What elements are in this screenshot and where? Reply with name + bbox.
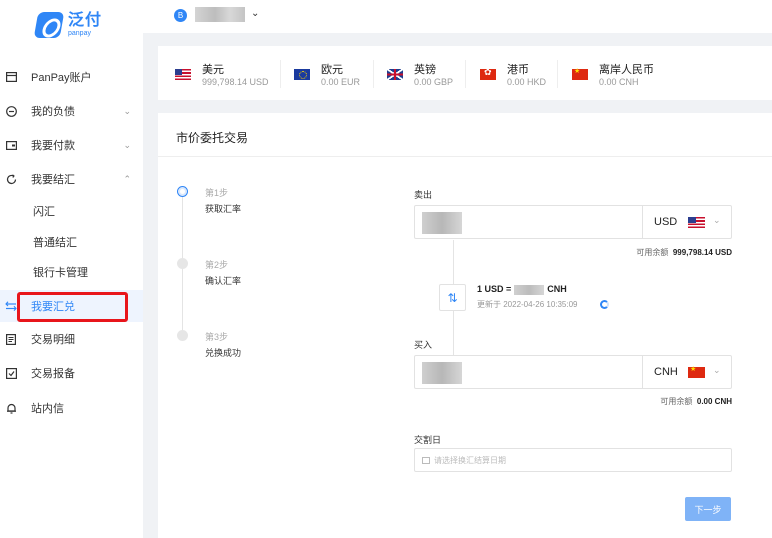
buy-amount-redacted (422, 362, 462, 384)
brand-name-en: panpay (68, 30, 91, 37)
chevron-up-icon: ⌃ (123, 173, 131, 184)
checkbox-icon (5, 367, 17, 379)
step-1-name: 获取汇率 (205, 204, 242, 214)
sidebar-item-bank-cards[interactable]: 银行卡管理 (0, 257, 143, 287)
card-title: 市价委托交易 (176, 131, 249, 145)
sidebar-item-label: 交易报备 (31, 368, 75, 380)
currency-amount: 999,798.14 USD (202, 77, 269, 87)
sell-currency-code: USD (654, 216, 678, 228)
refresh-icon[interactable] (600, 300, 609, 309)
sidebar-item-payment[interactable]: 我要付款 ⌄ (0, 130, 143, 160)
sidebar-item-label: 闪汇 (33, 206, 55, 218)
sidebar-item-label: 普通结汇 (33, 237, 77, 249)
currency-name: 英镑 (414, 64, 436, 76)
list-icon (5, 333, 17, 345)
currency-amount: 0.00 CNH (599, 77, 639, 87)
brand-name-cn: 泛付 (68, 12, 103, 29)
currency-amount: 0.00 EUR (321, 77, 361, 87)
sidebar-item-label: 我的负债 (31, 106, 75, 118)
gb-flag-icon (387, 69, 403, 80)
sidebar: 泛付 panpay PanPay账户 我的负债 ⌄ 我要付款 ⌄ 我要结汇 ⌃ … (0, 0, 143, 538)
sidebar-item-label: 我要付款 (31, 140, 75, 152)
exchange-rate: 1 USD = CNH (477, 284, 567, 295)
brand-logo[interactable]: 泛付 panpay (33, 12, 103, 38)
currency-name: 美元 (202, 64, 224, 76)
swap-currency-button[interactable]: ⇅ (439, 284, 466, 311)
buy-currency-code: CNH (654, 366, 678, 378)
sidebar-item-label: 交易明细 (31, 334, 75, 346)
step-2-dot (177, 258, 188, 269)
minus-circle-icon (5, 105, 17, 117)
step-3-dot (177, 330, 188, 341)
cn-flag-icon (572, 67, 588, 80)
highlight-annotation (17, 292, 128, 322)
sidebar-item-flash-exchange[interactable]: 闪汇 (0, 196, 143, 226)
step-3-name: 兑换成功 (205, 348, 242, 358)
card-icon (5, 139, 17, 151)
sidebar-item-panpay-account[interactable]: PanPay账户 (0, 62, 143, 92)
step-2-name: 确认汇率 (205, 276, 242, 286)
us-flag-icon (175, 69, 191, 80)
buy-currency-select[interactable]: CNH ⌄ (642, 356, 731, 388)
swap-icon: ⇅ (447, 290, 458, 305)
settlement-date-input[interactable]: 请选择换汇结算日期 (414, 448, 732, 472)
step-3-number: 第3步 (205, 332, 229, 342)
sidebar-item-reports[interactable]: 交易报备 (0, 358, 143, 388)
currency-amount: 0.00 GBP (414, 77, 454, 87)
chevron-down-icon: ⌄ (123, 139, 131, 150)
currency-name: 离岸人民币 (599, 64, 654, 76)
step-2-number: 第2步 (205, 260, 229, 270)
buy-amount-field[interactable]: CNH ⌄ (414, 355, 732, 389)
buy-available-balance: 可用余额 0.00 CNH (660, 397, 732, 406)
bell-icon (5, 402, 17, 414)
hk-flag-icon (480, 67, 496, 80)
sidebar-item-label: 银行卡管理 (33, 267, 88, 279)
buy-label: 买入 (414, 340, 433, 350)
exchange-icon (5, 300, 17, 312)
cn-flag-icon (688, 365, 705, 378)
wallet-icon (5, 71, 17, 83)
sidebar-item-label: 我要结汇 (31, 174, 75, 186)
sell-label: 卖出 (414, 190, 433, 200)
sell-amount-field[interactable]: USD ⌄ (414, 205, 732, 239)
account-name-redacted[interactable] (195, 7, 245, 22)
sidebar-item-label: 站内信 (31, 403, 64, 415)
step-1-number: 第1步 (205, 188, 229, 198)
panpay-logo-icon (33, 12, 65, 38)
chevron-down-icon: ⌄ (713, 365, 721, 375)
top-bar: B ⌄ (143, 0, 772, 33)
rate-value-redacted (514, 284, 545, 295)
chevron-down-icon: ⌄ (123, 105, 131, 116)
sidebar-item-messages[interactable]: 站内信 (0, 393, 143, 423)
rate-updated-time: 更新于 2022-04-26 10:35:09 (477, 300, 578, 309)
currency-amount: 0.00 HKD (507, 77, 547, 87)
settlement-date-placeholder: 请选择换汇结算日期 (434, 456, 506, 465)
balance-strip: 美元 999,798.14 USD 欧元 0.00 EUR 英镑 0.00 GB… (158, 46, 772, 100)
chevron-down-icon: ⌄ (713, 215, 721, 225)
settlement-date-label: 交割日 (414, 435, 442, 445)
step-1-dot (177, 186, 188, 197)
currency-name: 港币 (507, 64, 529, 76)
sidebar-item-normal-settlement[interactable]: 普通结汇 (0, 227, 143, 257)
sell-currency-select[interactable]: USD ⌄ (642, 206, 731, 238)
eu-flag-icon (294, 69, 310, 80)
next-step-button[interactable]: 下一步 (685, 497, 731, 521)
sell-amount-redacted (422, 212, 462, 234)
sidebar-item-settlement[interactable]: 我要结汇 ⌃ (0, 164, 143, 194)
chevron-down-icon[interactable]: ⌄ (251, 8, 259, 19)
sidebar-item-label: PanPay账户 (31, 72, 92, 84)
sidebar-item-transactions[interactable]: 交易明细 (0, 324, 143, 354)
refresh-icon (5, 173, 17, 185)
sell-available-balance: 可用余额 999,798.14 USD (636, 248, 732, 257)
trade-card: 市价委托交易 (158, 113, 772, 538)
account-icon: B (174, 9, 187, 22)
us-flag-icon (688, 217, 705, 228)
currency-name: 欧元 (321, 64, 343, 76)
sidebar-item-liabilities[interactable]: 我的负债 ⌄ (0, 96, 143, 126)
calendar-icon (422, 457, 430, 464)
